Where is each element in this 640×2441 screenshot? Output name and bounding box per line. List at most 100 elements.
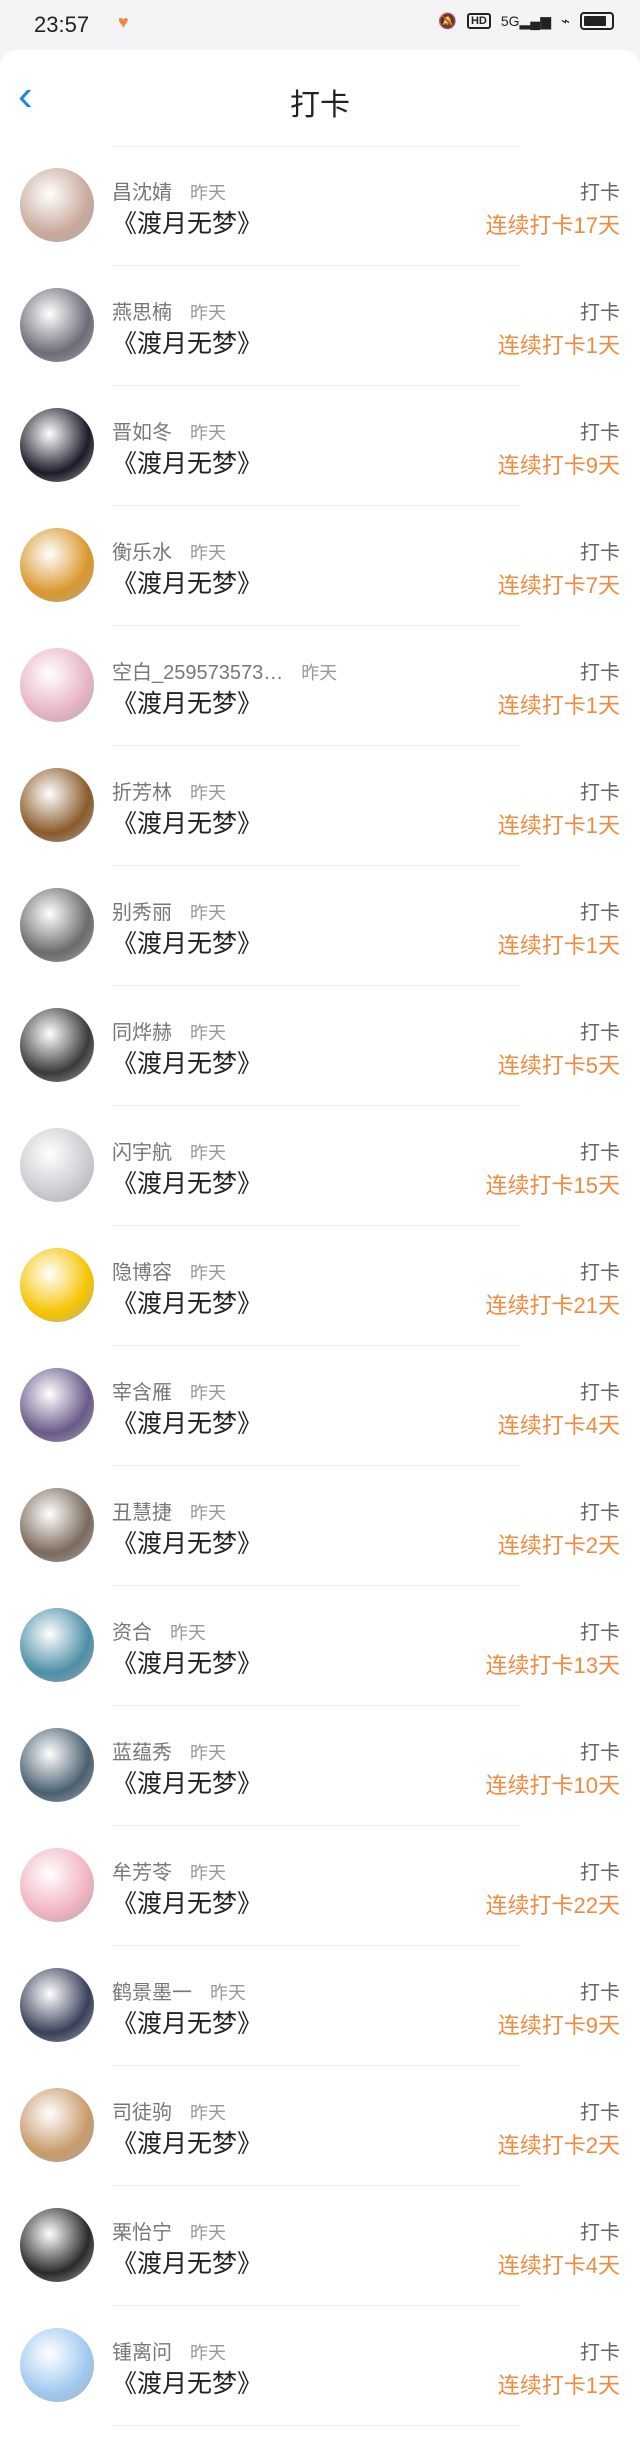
streak-label: 连续打卡1天 xyxy=(497,933,620,958)
action-label: 打卡 xyxy=(580,302,620,324)
avatar[interactable] xyxy=(20,2208,94,2282)
book-title[interactable]: 《渡月无梦》 xyxy=(112,804,262,840)
user-name-text: 同烨赫 xyxy=(112,1022,172,1044)
user-name[interactable]: 资合 昨天 xyxy=(112,1616,206,1645)
user-name[interactable]: 燕思楠 昨天 xyxy=(112,296,226,325)
avatar[interactable] xyxy=(20,1728,94,1802)
book-title[interactable]: 《渡月无梦》 xyxy=(112,1164,262,1200)
book-title[interactable]: 《渡月无梦》 xyxy=(112,324,262,360)
avatar[interactable] xyxy=(20,1248,94,1322)
list-item[interactable]: 丑慧捷 昨天 《渡月无梦》 打卡 连续打卡2天 xyxy=(0,1466,640,1586)
streak-label: 连续打卡2天 xyxy=(497,1533,620,1558)
list-item[interactable]: 闪宇航 昨天 《渡月无梦》 打卡 连续打卡15天 xyxy=(0,1106,640,1226)
user-name[interactable]: 昌沈婧 昨天 xyxy=(112,176,226,205)
user-name[interactable]: 鹤景墨一 昨天 xyxy=(112,1976,246,2005)
avatar[interactable] xyxy=(20,888,94,962)
avatar[interactable] xyxy=(20,1608,94,1682)
book-title[interactable]: 《渡月无梦》 xyxy=(112,1764,262,1800)
book-title[interactable]: 《渡月无梦》 xyxy=(112,2004,262,2040)
list-item[interactable]: 栗怡宁 昨天 《渡月无梦》 打卡 连续打卡4天 xyxy=(0,2186,640,2306)
book-title[interactable]: 《渡月无梦》 xyxy=(112,564,262,600)
book-title[interactable]: 《渡月无梦》 xyxy=(112,1044,262,1080)
book-title[interactable]: 《渡月无梦》 xyxy=(112,924,262,960)
avatar[interactable] xyxy=(20,1008,94,1082)
user-name[interactable]: 空白_259573573… 昨天 xyxy=(112,656,337,685)
checkin-time: 昨天 xyxy=(190,2223,226,2243)
avatar[interactable] xyxy=(20,1488,94,1562)
book-title[interactable]: 《渡月无梦》 xyxy=(112,684,262,720)
user-name[interactable]: 闪宇航 昨天 xyxy=(112,1136,226,1165)
book-title[interactable]: 《渡月无梦》 xyxy=(112,444,262,480)
streak-label: 连续打卡4天 xyxy=(497,1413,620,1438)
user-name[interactable]: 宰含雁 昨天 xyxy=(112,1376,226,1405)
user-name-text: 鹤景墨一 xyxy=(112,1982,192,2004)
avatar[interactable] xyxy=(20,408,94,482)
list-item[interactable]: 司徒驹 昨天 《渡月无梦》 打卡 连续打卡2天 xyxy=(0,2066,640,2186)
status-bar: 23:57 ♥ 🔕 HD 5G▂▄▆ ⌁ xyxy=(0,0,640,50)
user-name[interactable]: 折芳林 昨天 xyxy=(112,776,226,805)
user-name[interactable]: 栗怡宁 昨天 xyxy=(112,2216,226,2245)
book-title[interactable]: 《渡月无梦》 xyxy=(112,1404,262,1440)
list-item[interactable]: 晋如冬 昨天 《渡月无梦》 打卡 连续打卡9天 xyxy=(0,386,640,506)
book-title[interactable]: 《渡月无梦》 xyxy=(112,1524,262,1560)
user-name[interactable]: 蓝蕴秀 昨天 xyxy=(112,1736,226,1765)
action-label: 打卡 xyxy=(580,422,620,444)
user-name[interactable]: 同烨赫 昨天 xyxy=(112,1016,226,1045)
list-item[interactable]: 昌沈婧 昨天 《渡月无梦》 打卡 连续打卡17天 xyxy=(0,146,640,266)
heart-icon: ♥ xyxy=(118,12,129,32)
status-time: 23:57 xyxy=(34,12,90,37)
list-item[interactable]: 隐博容 昨天 《渡月无梦》 打卡 连续打卡21天 xyxy=(0,1226,640,1346)
list-item[interactable]: 资合 昨天 《渡月无梦》 打卡 连续打卡13天 xyxy=(0,1586,640,1706)
user-name-text: 晋如冬 xyxy=(112,422,172,444)
user-name[interactable]: 丑慧捷 昨天 xyxy=(112,1496,226,1525)
avatar[interactable] xyxy=(20,2328,94,2402)
book-title[interactable]: 《渡月无梦》 xyxy=(112,2244,262,2280)
checkin-time: 昨天 xyxy=(190,1143,226,1163)
user-name[interactable]: 衡乐水 昨天 xyxy=(112,536,226,565)
list-item[interactable]: 燕思楠 昨天 《渡月无梦》 打卡 连续打卡1天 xyxy=(0,266,640,386)
list-item[interactable]: 衡乐水 昨天 《渡月无梦》 打卡 连续打卡7天 xyxy=(0,506,640,626)
book-title[interactable]: 《渡月无梦》 xyxy=(112,1644,262,1680)
user-name[interactable]: 锺离问 昨天 xyxy=(112,2336,226,2365)
avatar[interactable] xyxy=(20,1128,94,1202)
user-name-text: 折芳林 xyxy=(112,782,172,804)
avatar-image xyxy=(20,1008,94,1082)
list-item[interactable]: 牟芳苓 昨天 《渡月无梦》 打卡 连续打卡22天 xyxy=(0,1826,640,1946)
avatar[interactable] xyxy=(20,168,94,242)
avatar[interactable] xyxy=(20,768,94,842)
list-item[interactable]: 鹤景墨一 昨天 《渡月无梦》 打卡 连续打卡9天 xyxy=(0,1946,640,2066)
avatar[interactable] xyxy=(20,1368,94,1442)
action-label: 打卡 xyxy=(580,2342,620,2364)
avatar[interactable] xyxy=(20,1848,94,1922)
list-item[interactable]: 锺离问 昨天 《渡月无梦》 打卡 连续打卡1天 xyxy=(0,2306,640,2426)
list-item[interactable]: 同烨赫 昨天 《渡月无梦》 打卡 连续打卡5天 xyxy=(0,986,640,1106)
list-item[interactable]: 别秀丽 昨天 《渡月无梦》 打卡 连续打卡1天 xyxy=(0,866,640,986)
streak-label: 连续打卡4天 xyxy=(497,2253,620,2278)
list-item[interactable]: 宰含雁 昨天 《渡月无梦》 打卡 连续打卡4天 xyxy=(0,1346,640,1466)
avatar[interactable] xyxy=(20,648,94,722)
avatar[interactable] xyxy=(20,2088,94,2162)
user-name[interactable]: 牟芳苓 昨天 xyxy=(112,1856,226,1885)
streak-label: 连续打卡7天 xyxy=(497,573,620,598)
avatar-image xyxy=(20,768,94,842)
user-name[interactable]: 晋如冬 昨天 xyxy=(112,416,226,445)
book-title[interactable]: 《渡月无梦》 xyxy=(112,1884,262,1920)
avatar-image xyxy=(20,2328,94,2402)
action-label: 打卡 xyxy=(580,2102,620,2124)
book-title[interactable]: 《渡月无梦》 xyxy=(112,2124,262,2160)
streak-label: 连续打卡21天 xyxy=(485,1293,620,1318)
user-name-text: 蓝蕴秀 xyxy=(112,1742,172,1764)
user-name[interactable]: 司徒驹 昨天 xyxy=(112,2096,226,2125)
book-title[interactable]: 《渡月无梦》 xyxy=(112,2364,262,2400)
avatar[interactable] xyxy=(20,288,94,362)
user-name-text: 锺离问 xyxy=(112,2342,172,2364)
list-item[interactable]: 空白_259573573… 昨天 《渡月无梦》 打卡 连续打卡1天 xyxy=(0,626,640,746)
user-name[interactable]: 隐博容 昨天 xyxy=(112,1256,226,1285)
book-title[interactable]: 《渡月无梦》 xyxy=(112,1284,262,1320)
avatar[interactable] xyxy=(20,528,94,602)
avatar[interactable] xyxy=(20,1968,94,2042)
list-item[interactable]: 折芳林 昨天 《渡月无梦》 打卡 连续打卡1天 xyxy=(0,746,640,866)
list-item[interactable]: 蓝蕴秀 昨天 《渡月无梦》 打卡 连续打卡10天 xyxy=(0,1706,640,1826)
user-name[interactable]: 别秀丽 昨天 xyxy=(112,896,226,925)
book-title[interactable]: 《渡月无梦》 xyxy=(112,204,262,240)
